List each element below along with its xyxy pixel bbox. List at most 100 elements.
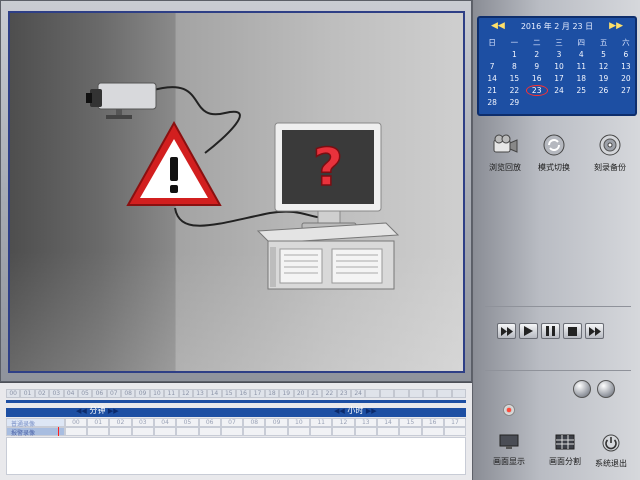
calendar-day[interactable]: 29 (503, 97, 525, 108)
weekday-label: 三 (555, 38, 563, 47)
calendar-day[interactable]: 19 (592, 73, 614, 84)
calendar-day[interactable]: 21 (481, 85, 503, 96)
calendar-day[interactable]: 6 (615, 49, 637, 60)
calendar-day[interactable]: 4 (570, 49, 592, 60)
calendar-day[interactable]: 23 (525, 85, 548, 96)
hour-tick (394, 389, 409, 398)
row-tick: 09 (265, 418, 288, 427)
hour-tick: 00 (6, 389, 21, 398)
calendar-day[interactable]: 13 (615, 61, 637, 72)
alarm-record-row[interactable]: 报警录像 (6, 427, 467, 437)
next-icon (588, 326, 601, 336)
stop-button[interactable] (563, 323, 582, 339)
calendar-day[interactable]: 22 (503, 85, 525, 96)
monitor-small-icon (499, 434, 519, 449)
calendar-day[interactable]: 7 (481, 61, 503, 72)
browse-playback-label: 浏览回放 (489, 163, 521, 172)
hour-tick: 20 (293, 389, 308, 398)
pause-icon (546, 326, 555, 336)
pause-button[interactable] (541, 323, 560, 339)
row-tick: 11 (310, 418, 333, 427)
calendar-day[interactable]: 27 (615, 85, 637, 96)
calendar-day[interactable]: 16 (526, 73, 548, 84)
hour-tick (408, 389, 423, 398)
calendar-empty-cell (526, 97, 548, 108)
calendar-day[interactable]: 18 (570, 73, 592, 84)
control-panel: ◀◀ 2016 年 2 月 23 日 ▶▶ 日一二三四五六 1 2 3 4 5 6 7 8 9 10… (472, 0, 640, 480)
stop-icon (568, 326, 577, 336)
calendar-day[interactable]: 25 (570, 85, 592, 96)
calendar-day[interactable]: 1 (503, 49, 525, 60)
calendar-grid: 日一二三四五六 1 2 3 4 5 6 7 8 9 10 11 12 13 14 15 16 17 18 19 20 21… (481, 37, 637, 120)
hour-prev-button[interactable]: ◀◀ (334, 407, 345, 415)
recording-timeline[interactable]: 00 01 02 03 04 05 06 07 08 09 10 11 12 13 14 15 16 17 18 19… (0, 382, 472, 480)
hour-tick: 21 (307, 389, 323, 398)
calendar-day[interactable]: 11 (570, 61, 592, 72)
next-frame-button[interactable] (585, 323, 604, 339)
hour-tick: 14 (207, 389, 222, 398)
row-tick: 06 (198, 418, 221, 427)
burn-backup-label: 刻录备份 (594, 163, 626, 172)
calendar-day[interactable]: 12 (592, 61, 614, 72)
calendar-day[interactable]: 2 (526, 49, 548, 60)
video-display-area[interactable]: ? (8, 11, 465, 373)
calendar-next-month-button[interactable]: ▶▶ (609, 21, 623, 31)
hour-tick: 01 (20, 389, 35, 398)
hour-tick: 07 (106, 389, 121, 398)
calendar-day[interactable]: 8 (503, 61, 525, 72)
calendar-day[interactable]: 10 (548, 61, 570, 72)
row-tick: 13 (354, 418, 377, 427)
calendar-day[interactable]: 5 (592, 49, 614, 60)
row-tick: 16 (421, 418, 444, 427)
play-button[interactable] (519, 323, 538, 339)
refresh-button[interactable] (597, 380, 615, 398)
calendar-day[interactable]: 9 (526, 61, 548, 72)
calendar-day[interactable]: 20 (615, 73, 637, 84)
minute-next-button[interactable]: ▶▶ (108, 407, 119, 415)
calendar-day[interactable]: 14 (481, 73, 503, 84)
fast-forward-button[interactable] (497, 323, 516, 339)
calendar-day[interactable]: 28 (481, 97, 503, 108)
calendar-day[interactable]: 15 (503, 73, 525, 84)
hour-label: 小时 (347, 406, 364, 415)
hour-tick: 04 (63, 389, 78, 398)
hour-tick: 02 (34, 389, 50, 398)
mode-switch-button[interactable]: 模式切换 (530, 134, 578, 173)
hour-tick: 17 (250, 389, 265, 398)
mode-switch-icon (543, 134, 565, 156)
row-tick (265, 427, 288, 436)
browse-playback-button[interactable]: 浏览回放 (481, 134, 529, 173)
calendar-day[interactable]: 3 (548, 49, 570, 60)
display-screen-button[interactable]: 画面显示 (485, 434, 533, 467)
weekday-label: 二 (532, 38, 541, 47)
normal-record-row[interactable]: 普通录像 00 01 02 03 04 05 06 07 08 09 10 11 12 13 14 15 16 1… (6, 418, 467, 428)
weekday-label: 五 (599, 38, 608, 47)
calendar-empty-cell (615, 97, 637, 108)
calendar-day[interactable]: 17 (548, 73, 570, 84)
calendar-day[interactable]: 26 (592, 85, 614, 96)
burn-backup-button[interactable]: 刻录备份 (586, 134, 634, 173)
divider (485, 370, 631, 371)
row-tick (332, 427, 355, 436)
hour-tick: 15 (221, 389, 236, 398)
minute-scale-control: ◀◀ 分钟 ▶▶ (76, 405, 119, 416)
row-tick (310, 427, 333, 436)
row-tick (176, 427, 199, 436)
calendar-empty-cell (592, 97, 614, 108)
hour-tick: 08 (121, 389, 136, 398)
row-tick (421, 427, 444, 436)
timeline-cursor[interactable] (58, 427, 59, 436)
hour-scale-control: ◀◀ 小时 ▶▶ (334, 405, 377, 416)
split-screen-button[interactable]: 画面分割 (541, 434, 589, 467)
hour-next-button[interactable]: ▶▶ (366, 407, 377, 415)
zoom-button[interactable] (573, 380, 591, 398)
calendar-day[interactable]: 24 (548, 85, 570, 96)
row-tick (153, 427, 177, 436)
timeline-detail-area (6, 437, 466, 475)
calendar-prev-month-button[interactable]: ◀◀ (491, 21, 505, 31)
minute-prev-button[interactable]: ◀◀ (76, 407, 87, 415)
hour-tick: 16 (236, 389, 251, 398)
system-exit-button[interactable]: 系统退出 (587, 434, 635, 469)
row-tick: 04 (153, 418, 177, 427)
row-tick (109, 427, 132, 436)
